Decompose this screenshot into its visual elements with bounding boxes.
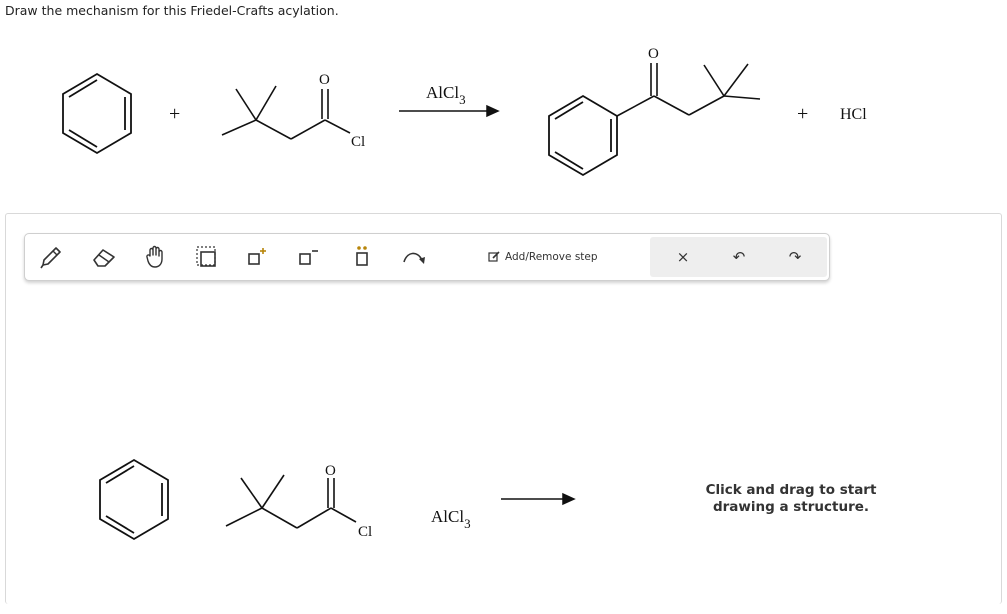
reagent-subscript: 3 <box>459 92 466 107</box>
redo-icon: ↷ <box>788 248 802 266</box>
positive-charge-tool[interactable] <box>240 240 274 274</box>
add-remove-step-button[interactable]: Add/Remove step <box>488 246 598 268</box>
ketone-chain <box>616 63 761 117</box>
plus-sign-2: + <box>797 103 808 125</box>
undo-button[interactable]: ↶ <box>722 240 756 274</box>
edit-icon <box>488 251 500 262</box>
hand-icon <box>146 245 163 268</box>
select-box-tool[interactable] <box>190 240 224 274</box>
hand-tool[interactable] <box>139 240 173 274</box>
reagent-label: AlCl3 <box>426 83 466 107</box>
lone-pair-tool[interactable] <box>345 240 379 274</box>
curved-arrow-icon <box>403 252 425 264</box>
history-controls: × ↶ ↷ <box>650 237 827 277</box>
canvas-reaction-arrow <box>501 492 576 506</box>
drawing-panel[interactable]: Add/Remove step × ↶ ↷ O Cl AlCl3 Click a… <box>5 213 1002 604</box>
curved-arrow-tool[interactable] <box>397 240 431 274</box>
chlorine-label-1: Cl <box>351 134 365 150</box>
pencil-tool[interactable] <box>34 240 68 274</box>
close-icon: × <box>676 248 690 266</box>
oxygen-label-1: O <box>319 72 330 88</box>
canvas-hint: Click and drag to start drawing a struct… <box>686 482 896 516</box>
negative-charge-tool[interactable] <box>291 240 325 274</box>
eraser-tool[interactable] <box>87 240 121 274</box>
reagent-main: AlCl <box>426 83 459 102</box>
canvas-acyl-chloride <box>225 474 357 529</box>
clear-button[interactable]: × <box>666 240 700 274</box>
add-remove-step-label: Add/Remove step <box>505 251 598 263</box>
hint-line-1: Click and drag to start <box>705 482 877 498</box>
reaction-arrow <box>399 104 500 118</box>
canvas-reagent-label: AlCl3 <box>431 507 471 531</box>
acyl-chloride-reactant <box>221 85 351 140</box>
redo-button[interactable]: ↷ <box>778 240 812 274</box>
oxygen-label-2: O <box>648 46 659 62</box>
eraser-icon <box>93 249 115 267</box>
pencil-icon <box>40 247 61 269</box>
lone-pair-icon <box>356 246 368 266</box>
ketone-product <box>548 94 618 177</box>
positive-charge-icon <box>248 248 266 265</box>
negative-charge-icon <box>299 250 318 265</box>
canvas-reagent-subscript: 3 <box>464 516 471 531</box>
select-box-icon <box>196 246 216 267</box>
plus-sign-1: + <box>169 103 180 125</box>
canvas-chlorine-label: Cl <box>358 524 372 540</box>
canvas-structures: O Cl AlCl3 <box>99 458 576 541</box>
reaction-scheme: + O Cl AlCl3 O + HCl <box>62 46 867 177</box>
canvas-reagent-main: AlCl <box>431 507 464 526</box>
hint-line-2: drawing a structure. <box>712 499 870 515</box>
undo-icon: ↶ <box>732 248 746 266</box>
hcl-byproduct: HCl <box>840 106 867 123</box>
canvas-oxygen-label: O <box>325 463 336 479</box>
canvas-benzene <box>99 458 169 541</box>
benzene-reactant <box>62 72 132 155</box>
drawing-toolbar: Add/Remove step × ↶ ↷ <box>24 233 830 281</box>
